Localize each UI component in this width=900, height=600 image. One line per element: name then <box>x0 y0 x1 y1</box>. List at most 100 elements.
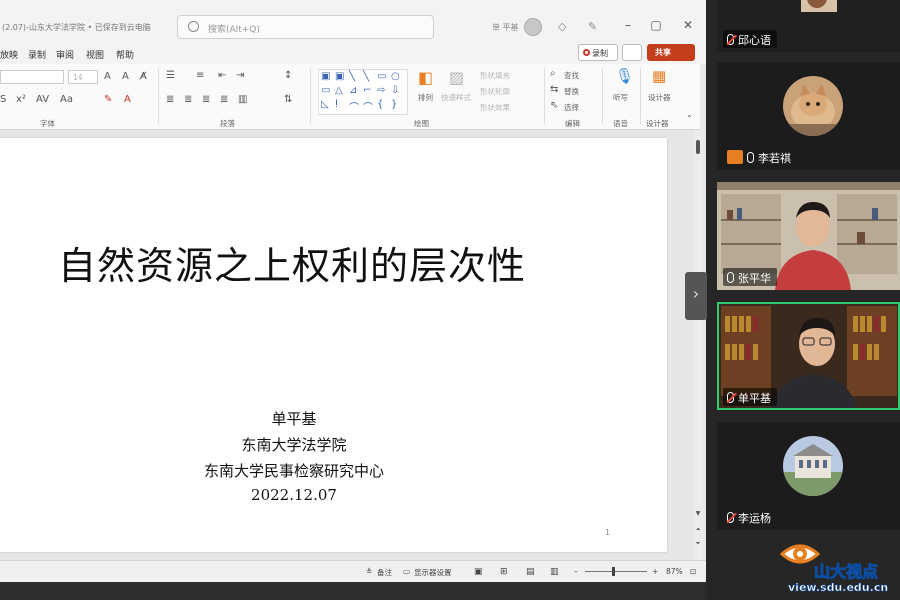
find-icon[interactable]: ⌕ <box>550 68 556 79</box>
diamond-icon[interactable]: ◇ <box>558 20 566 33</box>
line-spacing-icon[interactable]: ↕ <box>284 70 292 81</box>
share-button[interactable]: 共享 <box>647 44 695 61</box>
shapes-gallery[interactable]: ▣ ▣ ╲ ╲ ▭ ○ ▭ △ ⊿ ⌐ ⇨ ⇩ ◺ ⵑ ⌒ ⌒ { } <box>318 69 408 115</box>
participant-tile[interactable]: 张平华 <box>717 182 900 290</box>
select-button[interactable]: 选择 <box>564 102 579 113</box>
dictate-button[interactable]: 听写 <box>613 92 628 103</box>
decrease-indent-icon[interactable]: ⇤ <box>218 70 226 81</box>
comment-button[interactable] <box>622 44 642 61</box>
menu-item-view[interactable]: 视图 <box>86 48 104 61</box>
menu-item-review[interactable]: 审阅 <box>56 48 74 61</box>
bullets-icon[interactable]: ☰ <box>166 70 175 81</box>
line2-shape-icon[interactable]: ╲ <box>363 71 369 82</box>
scroll-down-icon[interactable]: ▼ <box>694 510 702 517</box>
fit-to-window-icon[interactable]: ⊡ <box>690 567 696 576</box>
shape-fill-button[interactable]: 形状填充 <box>480 70 510 81</box>
search-input[interactable]: 搜索(Alt+Q) <box>177 15 434 39</box>
find-button[interactable]: 查找 <box>564 70 579 81</box>
reading-view-icon[interactable]: ▤ <box>526 567 535 577</box>
align-left-icon[interactable]: ≣ <box>166 94 174 105</box>
participant-tile[interactable]: 邱心语 <box>717 0 900 52</box>
arrow-shape-icon[interactable]: ⇨ <box>377 85 385 96</box>
shape-outline-button[interactable]: 形状轮廓 <box>480 86 510 97</box>
participant-tile[interactable]: 李运杨 <box>717 422 900 530</box>
slide-author[interactable]: 单平基 <box>0 408 588 429</box>
font-size-select[interactable]: 14 <box>68 70 98 84</box>
arrange-label[interactable]: 排列 <box>418 92 433 103</box>
arc2-shape-icon[interactable]: ⌒ <box>363 99 373 114</box>
justify-icon[interactable]: ≣ <box>220 94 228 105</box>
user-avatar[interactable] <box>524 18 542 36</box>
normal-view-icon[interactable]: ▣ <box>474 567 483 577</box>
change-case-icon[interactable]: Aa <box>60 94 73 105</box>
zoom-slider[interactable] <box>585 571 647 572</box>
increase-indent-icon[interactable]: ⇥ <box>236 70 244 81</box>
clear-format-icon[interactable]: A̸ <box>140 71 147 82</box>
close-icon[interactable]: ✕ <box>680 18 696 32</box>
vertical-scrollbar[interactable]: ▼ ⏶ ⏷ <box>694 130 702 560</box>
freeform-shape-icon[interactable]: ◺ <box>321 99 329 110</box>
text-direction-icon[interactable]: ⇅ <box>284 94 292 105</box>
grow-font-icon[interactable]: A <box>104 71 111 82</box>
restore-icon[interactable]: ▢ <box>648 18 664 32</box>
shape-effects-button[interactable]: 形状效果 <box>480 102 510 113</box>
notes-icon[interactable]: ≜ <box>366 567 372 576</box>
shrink-font-icon[interactable]: A <box>122 71 129 82</box>
slideshow-view-icon[interactable]: ▥ <box>550 567 559 577</box>
textbox-shape-icon[interactable]: ▣ <box>321 71 330 82</box>
angle-shape-icon[interactable]: ⌐ <box>363 85 371 96</box>
columns-icon[interactable]: ▥ <box>238 94 247 105</box>
menu-item-record[interactable]: 录制 <box>28 48 46 61</box>
collapse-ribbon-icon[interactable]: ⌃ <box>686 114 693 123</box>
line-shape-icon[interactable]: ╲ <box>349 71 355 82</box>
highlight-icon[interactable]: ✎ <box>104 94 112 105</box>
participant-tile[interactable]: 李若祺 <box>717 62 900 170</box>
menu-item-slideshow[interactable]: 放映 <box>0 48 18 61</box>
select-icon[interactable]: ⇖ <box>550 100 558 111</box>
down-arrow-shape-icon[interactable]: ⇩ <box>391 85 399 96</box>
strikethrough-icon[interactable]: S <box>0 94 6 105</box>
slide-affiliation-1[interactable]: 东南大学法学院 <box>0 434 588 455</box>
prev-slide-icon[interactable]: ⏶ <box>694 526 702 534</box>
designer-button[interactable]: 设计器 <box>648 92 671 103</box>
pen-icon[interactable]: ✎ <box>588 20 597 33</box>
rect2-shape-icon[interactable]: ▭ <box>321 85 330 96</box>
align-right-icon[interactable]: ≣ <box>202 94 210 105</box>
quick-styles-icon[interactable]: ▨ <box>449 68 464 87</box>
slide[interactable]: 自然资源之上权利的层次性 单平基 东南大学法学院 东南大学民事检察研究中心 20… <box>0 138 667 552</box>
notes-button[interactable]: 备注 <box>377 567 392 578</box>
display-settings-button[interactable]: 显示器设置 <box>414 567 452 578</box>
zoom-in-icon[interactable]: + <box>652 567 658 576</box>
oval-shape-icon[interactable]: ○ <box>391 71 400 82</box>
minimize-icon[interactable]: – <box>620 18 636 32</box>
textbox-vertical-shape-icon[interactable]: ▣ <box>335 71 344 82</box>
triangle-shape-icon[interactable]: △ <box>335 85 343 96</box>
next-slide-icon[interactable]: ⏷ <box>694 540 702 548</box>
record-button[interactable]: 录制 <box>578 44 618 61</box>
font-name-select[interactable] <box>0 70 64 84</box>
slide-sorter-icon[interactable]: ⊞ <box>500 567 508 577</box>
arc-shape-icon[interactable]: ⌒ <box>349 99 359 114</box>
microphone-icon[interactable]: 🎙 <box>615 67 634 85</box>
designer-icon[interactable]: ▦ <box>652 67 666 85</box>
zoom-out-icon[interactable]: – <box>574 567 578 576</box>
brace-shape-icon[interactable]: { <box>377 99 383 110</box>
superscript-icon[interactable]: x² <box>16 94 26 105</box>
participant-tile-active-speaker[interactable]: 单平基 <box>717 302 900 410</box>
replace-button[interactable]: 替换 <box>564 86 579 97</box>
brace-right-shape-icon[interactable]: } <box>391 99 397 110</box>
curve-shape-icon[interactable]: ⵑ <box>335 99 338 110</box>
zoom-level[interactable]: 87% <box>666 567 683 576</box>
scrollbar-thumb[interactable] <box>696 140 700 154</box>
slide-affiliation-2[interactable]: 东南大学民事检察研究中心 <box>0 460 588 481</box>
slide-title[interactable]: 自然资源之上权利的层次性 <box>58 235 526 290</box>
ltriangle-shape-icon[interactable]: ⊿ <box>349 85 357 96</box>
numbering-icon[interactable]: ≡ <box>196 70 204 81</box>
char-spacing-icon[interactable]: AV <box>36 94 49 105</box>
display-settings-icon[interactable]: ▭ <box>403 567 410 576</box>
font-color-icon[interactable]: A <box>124 94 131 105</box>
slide-date[interactable]: 2022.12.07 <box>0 486 588 504</box>
rect-shape-icon[interactable]: ▭ <box>377 71 386 82</box>
collapse-panel-button[interactable]: › <box>685 272 707 320</box>
replace-icon[interactable]: ⇆ <box>550 84 558 95</box>
